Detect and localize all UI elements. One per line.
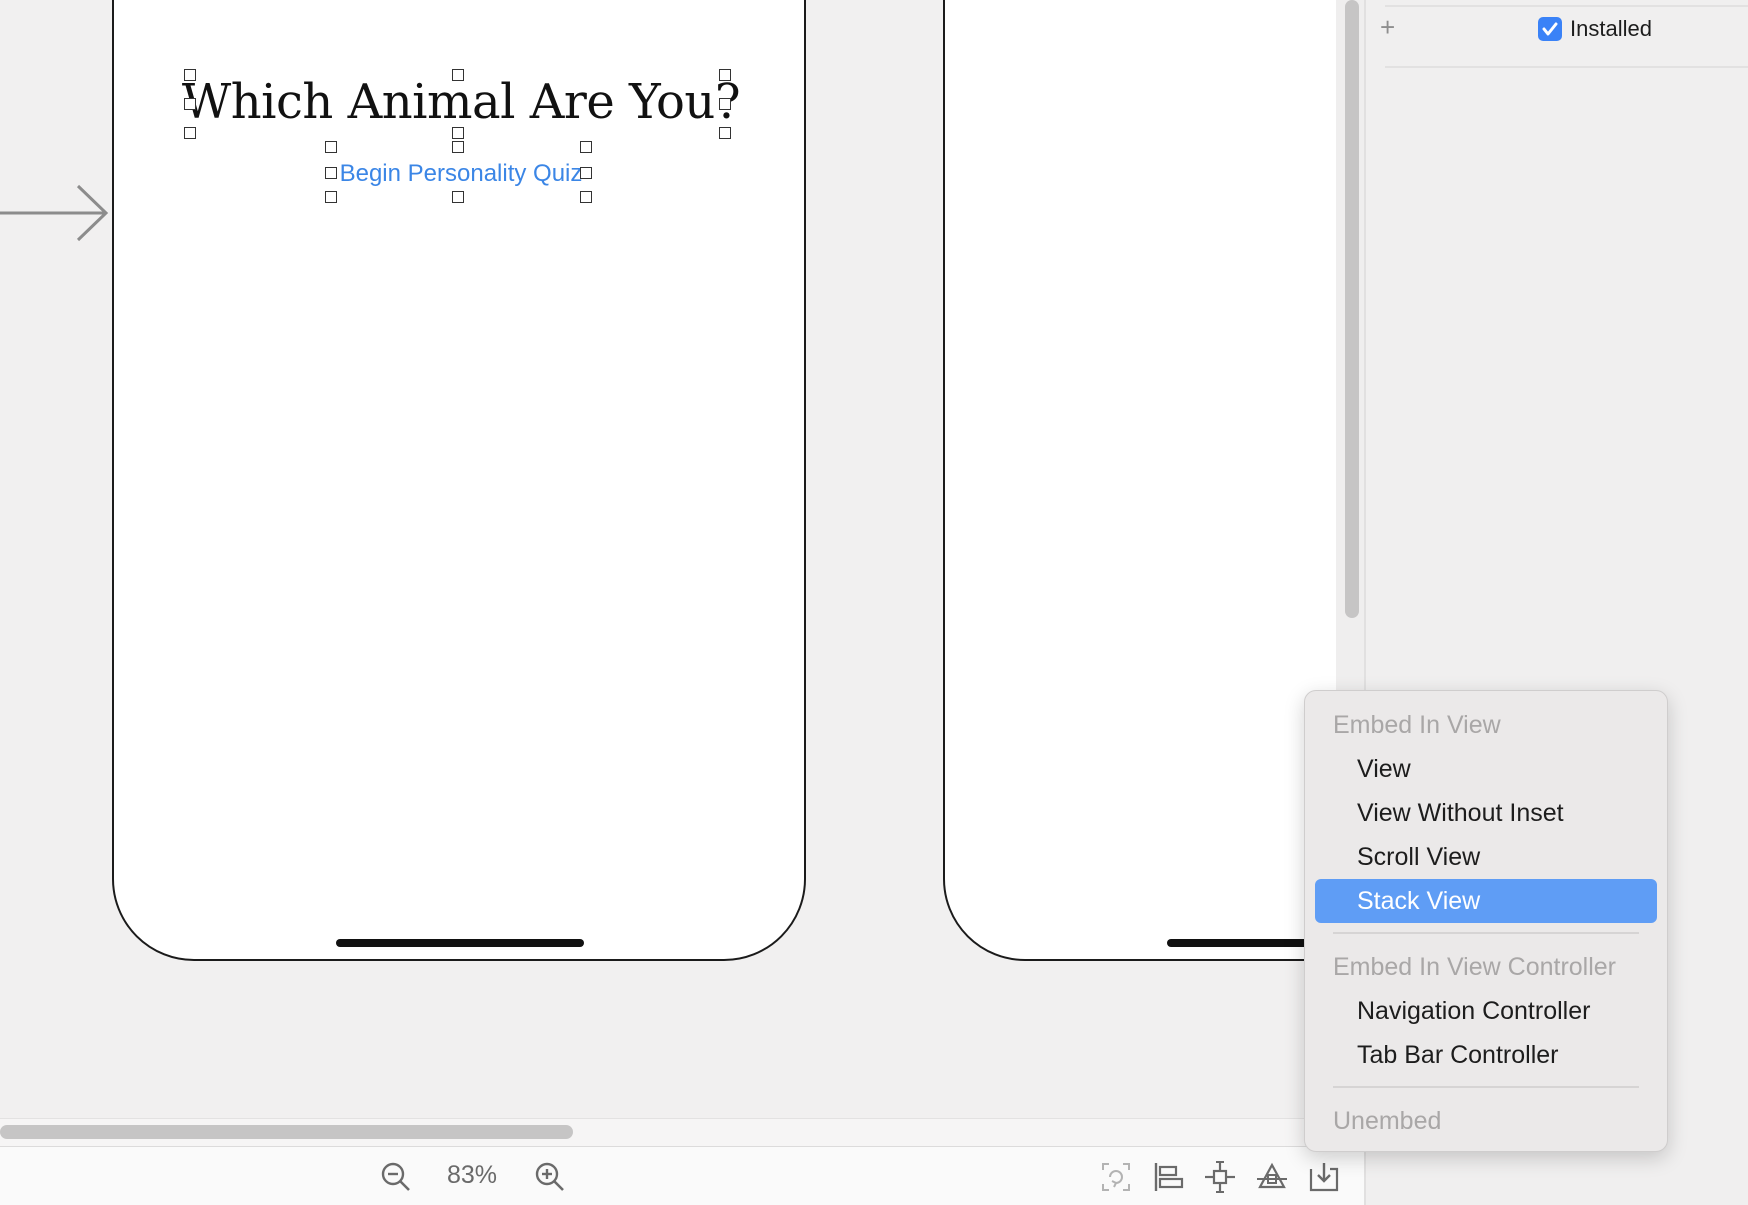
- zoom-level-label[interactable]: 83%: [432, 1161, 512, 1190]
- resize-handle[interactable]: [580, 141, 592, 153]
- menu-item-stack-view[interactable]: Stack View: [1315, 879, 1657, 923]
- menu-header-embed-in-view-controller: Embed In View Controller: [1333, 953, 1617, 981]
- add-constraints-icon[interactable]: [1204, 1161, 1236, 1193]
- resize-handle[interactable]: [452, 191, 464, 203]
- resize-handle[interactable]: [719, 69, 731, 81]
- installed-checkbox[interactable]: [1538, 17, 1562, 41]
- resize-handle[interactable]: [325, 191, 337, 203]
- embed-in-icon[interactable]: [1308, 1161, 1340, 1193]
- menu-item-view-without-inset[interactable]: View Without Inset: [1315, 791, 1657, 835]
- installed-label: Installed: [1570, 16, 1652, 41]
- begin-quiz-button[interactable]: Begin Personality Quiz: [114, 160, 808, 188]
- menu-item-tab-bar-controller[interactable]: Tab Bar Controller: [1315, 1033, 1657, 1077]
- resize-handle[interactable]: [325, 141, 337, 153]
- menu-item-scroll-view[interactable]: Scroll View: [1315, 835, 1657, 879]
- resize-handle[interactable]: [719, 127, 731, 139]
- view-controller-scene-2[interactable]: [943, 0, 1336, 961]
- vertical-scroll-thumb[interactable]: [1345, 0, 1359, 618]
- embed-in-menu: Embed In View View View Without Inset Sc…: [1304, 690, 1668, 1152]
- resize-handle[interactable]: [580, 167, 592, 179]
- resize-handle[interactable]: [719, 98, 731, 110]
- menu-item-navigation-controller[interactable]: Navigation Controller: [1315, 989, 1657, 1033]
- initial-view-controller-arrow-icon: [0, 184, 109, 242]
- resize-handle[interactable]: [325, 167, 337, 179]
- menu-separator: [1333, 1086, 1639, 1088]
- resize-handle[interactable]: [452, 141, 464, 153]
- zoom-in-icon[interactable]: [534, 1161, 566, 1193]
- align-icon[interactable]: [1152, 1161, 1184, 1193]
- title-label[interactable]: Which Animal Are You?: [114, 74, 808, 130]
- zoom-out-icon[interactable]: [380, 1161, 412, 1193]
- resize-handle[interactable]: [184, 98, 196, 110]
- inspector-divider-line: [1385, 66, 1748, 68]
- resize-handle[interactable]: [184, 69, 196, 81]
- resize-handle[interactable]: [452, 69, 464, 81]
- resolve-issues-icon[interactable]: [1256, 1161, 1288, 1193]
- resize-handle[interactable]: [452, 127, 464, 139]
- inspector-divider-line: [1385, 5, 1748, 7]
- canvas-bottom-bar: 83%: [0, 1146, 1364, 1205]
- resize-handle[interactable]: [184, 127, 196, 139]
- menu-header-embed-in-view: Embed In View: [1333, 711, 1501, 739]
- menu-separator: [1333, 932, 1639, 934]
- update-frames-icon[interactable]: [1100, 1161, 1132, 1193]
- menu-item-unembed: Unembed: [1333, 1107, 1442, 1135]
- home-indicator: [336, 939, 584, 947]
- menu-item-view[interactable]: View: [1315, 747, 1657, 791]
- horizontal-scroll-thumb[interactable]: [0, 1125, 573, 1139]
- add-variation-icon[interactable]: +: [1380, 12, 1395, 43]
- storyboard-canvas[interactable]: Which Animal Are You? Begin Personality …: [0, 0, 1336, 1118]
- resize-handle[interactable]: [580, 191, 592, 203]
- checkmark-icon: [1542, 22, 1558, 36]
